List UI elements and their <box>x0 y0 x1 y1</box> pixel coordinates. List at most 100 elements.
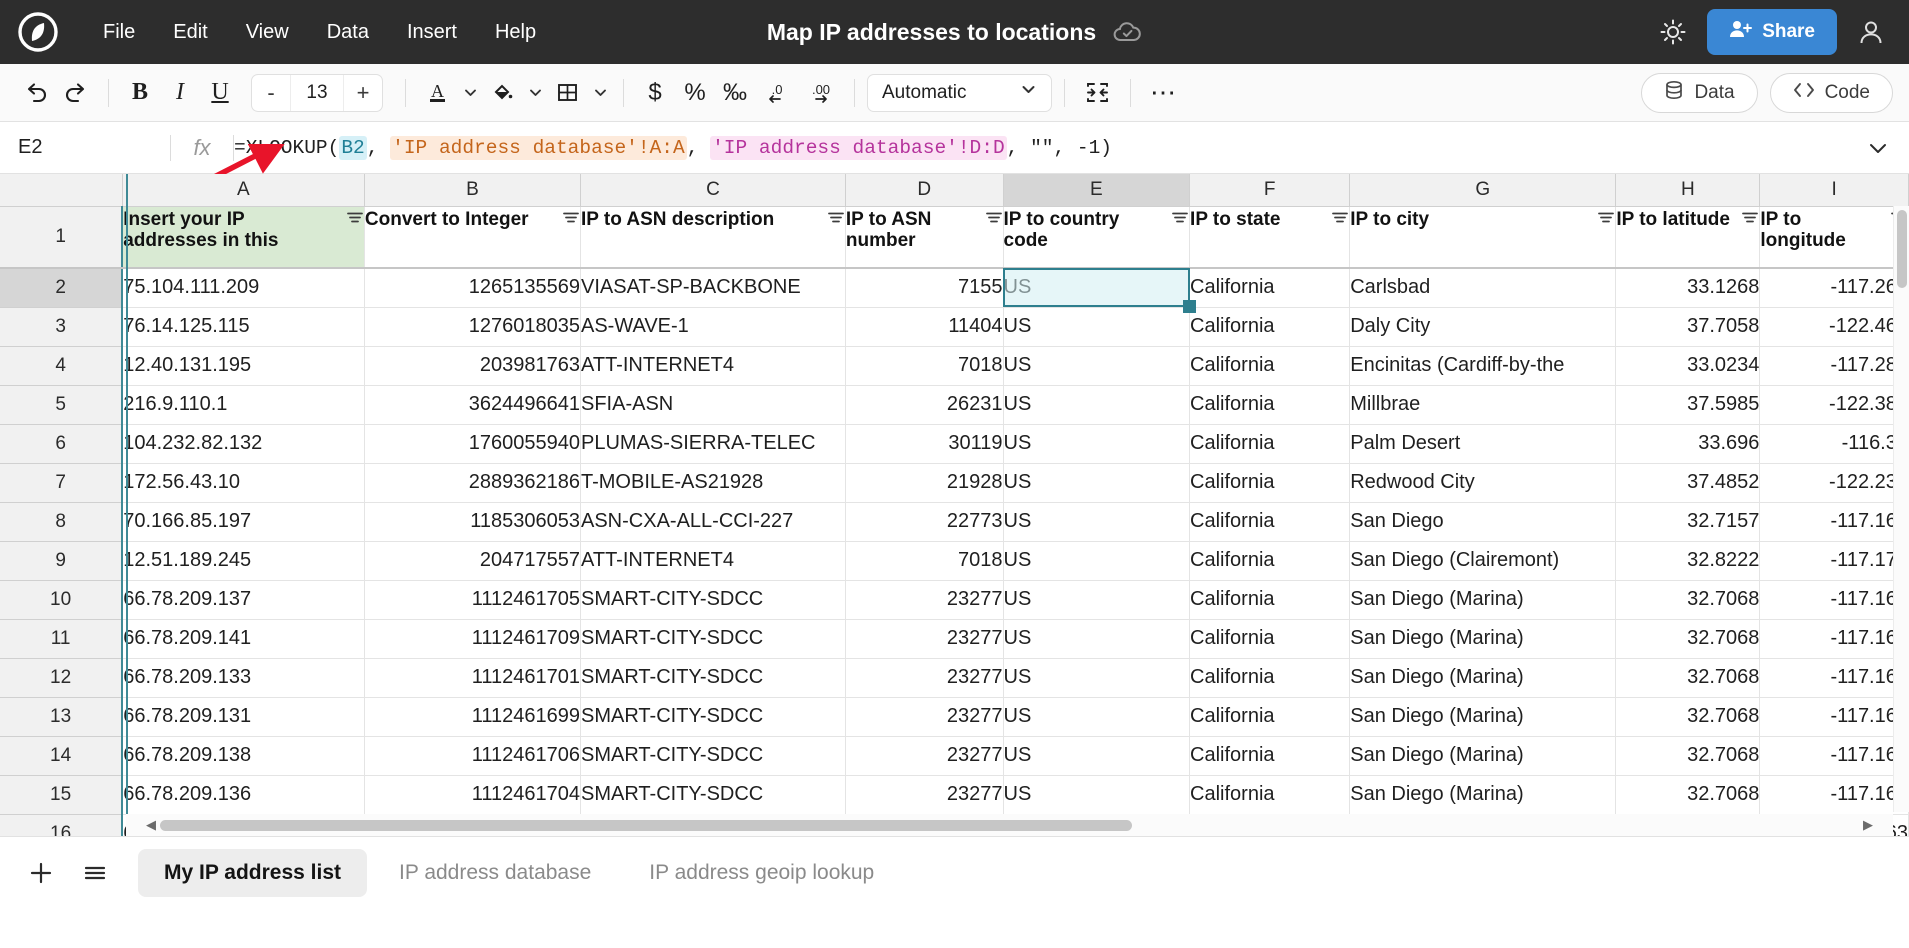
grid-cell[interactable]: 1112461706 <box>364 736 580 775</box>
row-header-4[interactable]: 4 <box>0 346 122 385</box>
grid-cell[interactable]: 7155 <box>845 268 1003 307</box>
grid-cell[interactable]: Palm Desert <box>1350 424 1616 463</box>
grid-cell[interactable]: 23277 <box>845 697 1003 736</box>
grid-cell[interactable]: SMART-CITY-SDCC <box>581 736 846 775</box>
row-header-5[interactable]: 5 <box>0 385 122 424</box>
grid-cell[interactable]: 32.7068 <box>1616 619 1760 658</box>
grid-cell[interactable]: 66.78.209.138 <box>122 736 364 775</box>
filter-icon[interactable] <box>1741 210 1759 232</box>
grid-cell[interactable]: 23277 <box>845 619 1003 658</box>
grid-cell[interactable]: 37.7058 <box>1616 307 1760 346</box>
grid-cell[interactable]: 37.5985 <box>1616 385 1760 424</box>
bold-button[interactable]: B <box>121 74 159 112</box>
grid-cell[interactable]: SFIA-ASN <box>581 385 846 424</box>
grid-cell[interactable]: 32.7157 <box>1616 502 1760 541</box>
grid-cell[interactable]: US <box>1003 775 1190 814</box>
brightness-icon[interactable] <box>1653 12 1693 52</box>
grid-cell[interactable]: -117.165 <box>1760 502 1909 541</box>
grid-cell[interactable]: 33.1268 <box>1616 268 1760 307</box>
grid-cell[interactable]: 23277 <box>845 736 1003 775</box>
redo-icon[interactable] <box>57 74 96 112</box>
grid-cell[interactable]: SMART-CITY-SDCC <box>581 580 846 619</box>
scroll-left-icon[interactable]: ◀ <box>142 817 160 833</box>
formula-expand-chevron-down-icon[interactable] <box>1847 137 1909 159</box>
grid-cell[interactable]: -117.267 <box>1760 268 1909 307</box>
row-header-13[interactable]: 13 <box>0 697 122 736</box>
grid-cell[interactable]: San Diego (Marina) <box>1350 697 1616 736</box>
grid-cell[interactable]: PLUMAS-SIERRA-TELEC <box>581 424 846 463</box>
grid-cell[interactable]: 33.696 <box>1616 424 1760 463</box>
grid-cell[interactable]: 1265135569 <box>364 268 580 307</box>
underline-button[interactable]: U <box>201 74 239 112</box>
grid-cell[interactable]: 32.7068 <box>1616 775 1760 814</box>
grid-cell[interactable]: California <box>1190 580 1350 619</box>
grid-cell[interactable]: California <box>1190 268 1350 307</box>
filter-icon[interactable] <box>346 210 364 232</box>
filter-icon[interactable] <box>827 210 845 232</box>
font-size-increase-button[interactable]: + <box>344 75 382 111</box>
filter-icon[interactable] <box>985 210 1003 232</box>
grid-cell[interactable]: 23277 <box>845 658 1003 697</box>
row-header-9[interactable]: 9 <box>0 541 122 580</box>
grid-cell[interactable]: 76.14.125.115 <box>122 307 364 346</box>
grid-cell[interactable]: 7018 <box>845 346 1003 385</box>
grid-cell[interactable]: US <box>1003 268 1190 307</box>
grid-cell[interactable]: 66.78.209.133 <box>122 658 364 697</box>
grid-cell[interactable]: 66.78.209.131 <box>122 697 364 736</box>
grid-cell[interactable]: 1112461704 <box>364 775 580 814</box>
grid-cell[interactable]: -117.281 <box>1760 346 1909 385</box>
decimal-increase-button[interactable]: .00 <box>800 74 842 112</box>
column-header-b[interactable]: B <box>364 174 580 206</box>
column-header-g[interactable]: G <box>1350 174 1616 206</box>
app-logo-icon[interactable] <box>18 12 58 52</box>
grid-cell[interactable]: 203981763 <box>364 346 580 385</box>
column-title-cell[interactable]: IP to ASN description <box>581 206 846 268</box>
undo-icon[interactable] <box>16 74 55 112</box>
grid-cell[interactable]: 26231 <box>845 385 1003 424</box>
data-panel-button[interactable]: Data <box>1641 73 1757 113</box>
grid-cell[interactable]: 37.4852 <box>1616 463 1760 502</box>
grid-cell[interactable]: 172.56.43.10 <box>122 463 364 502</box>
account-avatar-icon[interactable] <box>1851 12 1891 52</box>
menu-item-edit[interactable]: Edit <box>154 13 226 52</box>
grid-cell[interactable]: 21928 <box>845 463 1003 502</box>
grid-cell[interactable]: -117.163 <box>1760 697 1909 736</box>
grid-cell[interactable]: California <box>1190 502 1350 541</box>
grid-cell[interactable]: VIASAT-SP-BACKBONE <box>581 268 846 307</box>
column-header-h[interactable]: H <box>1616 174 1760 206</box>
column-title-cell[interactable]: IP to country code <box>1003 206 1190 268</box>
add-sheet-icon[interactable] <box>18 850 64 896</box>
grid-cell[interactable]: 66.78.209.137 <box>122 580 364 619</box>
grid-cell[interactable]: Daly City <box>1350 307 1616 346</box>
grid-cell[interactable]: 32.7068 <box>1616 736 1760 775</box>
horizontal-scrollbar-thumb[interactable] <box>160 820 1132 831</box>
row-header-1[interactable]: 1 <box>0 206 122 268</box>
grid-cell[interactable]: California <box>1190 775 1350 814</box>
grid-cell[interactable]: 23277 <box>845 580 1003 619</box>
italic-button[interactable]: I <box>161 74 199 112</box>
grid-cell[interactable]: -117.163 <box>1760 619 1909 658</box>
name-box[interactable]: E2 <box>0 122 170 173</box>
grid-cell[interactable]: 33.0234 <box>1616 346 1760 385</box>
grid-cell[interactable]: 3624496641 <box>364 385 580 424</box>
grid-cell[interactable]: Millbrae <box>1350 385 1616 424</box>
grid-cell[interactable]: Redwood City <box>1350 463 1616 502</box>
row-header-16[interactable]: 16 <box>0 814 122 836</box>
grid-cell[interactable]: San Diego (Marina) <box>1350 775 1616 814</box>
grid-cell[interactable]: AS-WAVE-1 <box>581 307 846 346</box>
row-header-10[interactable]: 10 <box>0 580 122 619</box>
column-title-cell[interactable]: IP to ASN number <box>845 206 1003 268</box>
grid-cell[interactable]: California <box>1190 424 1350 463</box>
grid-cell[interactable]: 66.78.209.136 <box>122 775 364 814</box>
grid-cell[interactable]: California <box>1190 541 1350 580</box>
sheet-tab-2[interactable]: IP address geoip lookup <box>623 849 900 897</box>
grid-cell[interactable]: 22773 <box>845 502 1003 541</box>
row-header-14[interactable]: 14 <box>0 736 122 775</box>
column-title-cell[interactable]: Convert to Integer <box>364 206 580 268</box>
grid-cell[interactable]: -116.38 <box>1760 424 1909 463</box>
grid-cell[interactable]: California <box>1190 463 1350 502</box>
grid-cell[interactable]: San Diego (Marina) <box>1350 619 1616 658</box>
sheet-tab-1[interactable]: IP address database <box>373 849 617 897</box>
grid-cell[interactable]: California <box>1190 385 1350 424</box>
column-header-f[interactable]: F <box>1190 174 1350 206</box>
